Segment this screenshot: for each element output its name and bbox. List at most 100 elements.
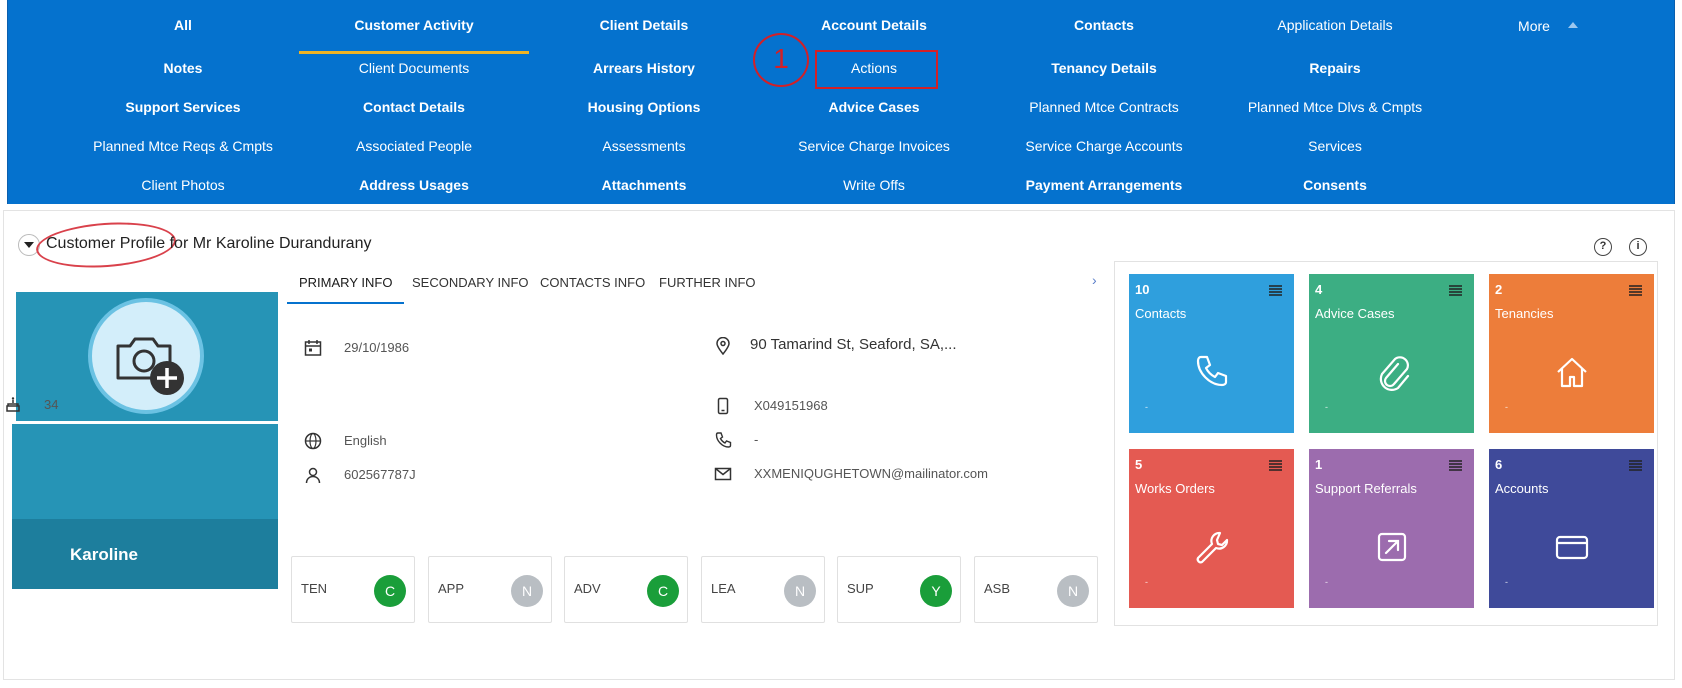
nav-payment-arrangements[interactable]: Payment Arrangements	[989, 175, 1219, 195]
question-icon[interactable]: ?	[1594, 238, 1612, 256]
globe-icon	[304, 432, 322, 450]
tile-label: Accounts	[1495, 481, 1549, 496]
nav-planned-mtce-reqs-cmpts[interactable]: Planned Mtce Reqs & Cmpts	[68, 136, 298, 156]
flag-code: SUP	[847, 581, 874, 596]
external-link-icon	[1377, 532, 1407, 562]
chevron-down-icon	[24, 242, 34, 248]
add-photo-button[interactable]	[88, 298, 204, 414]
flag-status-badge: N	[1057, 575, 1089, 607]
nav-consents[interactable]: Consents	[1220, 175, 1450, 195]
tile-accounts[interactable]: 6 Accounts -	[1489, 449, 1654, 608]
phone-icon	[715, 432, 732, 448]
hamburger-menu-icon[interactable]	[1449, 285, 1462, 296]
nav-support-services[interactable]: Support Services	[68, 97, 298, 117]
nav-repairs[interactable]: Repairs	[1220, 58, 1450, 78]
nav-all[interactable]: All	[68, 15, 298, 35]
tab-scroll-right-icon[interactable]: ›	[1092, 272, 1097, 288]
nav-arrears-history[interactable]: Arrears History	[529, 58, 759, 78]
tile-count: 1	[1315, 457, 1323, 472]
tile-works-orders[interactable]: 5 Works Orders -	[1129, 449, 1294, 608]
flag-status-badge: N	[784, 575, 816, 607]
tile-contacts[interactable]: 10 Contacts -	[1129, 274, 1294, 433]
nav-service-charge-invoices[interactable]: Service Charge Invoices	[759, 136, 989, 156]
tab-contacts-info[interactable]: CONTACTS INFO	[528, 272, 657, 304]
tile-count: 10	[1135, 282, 1150, 297]
flag-asb: ASB N	[974, 556, 1098, 623]
nav-advice-cases[interactable]: Advice Cases	[759, 97, 989, 117]
nav-more[interactable]: More	[1458, 16, 1638, 36]
tile-label: Support Referrals	[1315, 481, 1417, 496]
hamburger-menu-icon[interactable]	[1269, 285, 1282, 296]
tile-support-referrals[interactable]: 1 Support Referrals -	[1309, 449, 1474, 608]
flag-code: APP	[438, 581, 465, 596]
tile-subvalue: -	[1505, 402, 1508, 412]
mail-icon	[714, 467, 732, 481]
nav-customer-activity[interactable]: Customer Activity	[299, 15, 529, 54]
nav-service-charge-accounts[interactable]: Service Charge Accounts	[989, 136, 1219, 156]
camera-add-icon	[116, 337, 184, 395]
tab-further-info[interactable]: FURTHER INFO	[647, 272, 768, 304]
nav-write-offs[interactable]: Write Offs	[759, 175, 989, 195]
nav-planned-mtce-contracts[interactable]: Planned Mtce Contracts	[989, 97, 1219, 117]
nav-account-details[interactable]: Account Details	[759, 15, 989, 35]
email-value: XXMENIQUGHETOWN@mailinator.com	[754, 466, 988, 481]
nav-application-details[interactable]: Application Details	[1220, 15, 1450, 35]
nav-housing-options[interactable]: Housing Options	[529, 97, 759, 117]
tab-secondary-info[interactable]: SECONDARY INFO	[400, 272, 541, 304]
hamburger-menu-icon[interactable]	[1629, 285, 1642, 296]
tile-subvalue: -	[1505, 577, 1508, 587]
tile-subvalue: -	[1325, 577, 1328, 587]
flag-code: ADV	[574, 581, 601, 596]
phone-value: -	[754, 432, 759, 447]
nav-client-details[interactable]: Client Details	[529, 15, 759, 35]
home-icon	[1557, 357, 1587, 388]
nav-more-label: More	[1518, 18, 1550, 34]
nav-contact-details[interactable]: Contact Details	[299, 97, 529, 117]
flag-ten: TEN C	[291, 556, 415, 623]
nav-client-photos[interactable]: Client Photos	[68, 175, 298, 195]
id-number-value: 602567787J	[344, 467, 416, 482]
hamburger-menu-icon[interactable]	[1269, 460, 1282, 471]
annotation-highlight-box	[815, 50, 938, 89]
flag-adv: ADV C	[564, 556, 688, 623]
hamburger-menu-icon[interactable]	[1629, 460, 1642, 471]
nav-services[interactable]: Services	[1220, 136, 1450, 156]
location-pin-icon	[716, 337, 730, 355]
flag-code: ASB	[984, 581, 1011, 596]
tile-count: 6	[1495, 457, 1503, 472]
nav-contacts[interactable]: Contacts	[989, 15, 1219, 35]
wrench-icon	[1196, 531, 1229, 564]
phone-icon	[1196, 355, 1228, 387]
flag-status-badge: Y	[920, 575, 952, 607]
tab-primary-info[interactable]: PRIMARY INFO	[287, 272, 405, 304]
nav-attachments[interactable]: Attachments	[529, 175, 759, 195]
nav-tenancy-details[interactable]: Tenancy Details	[989, 58, 1219, 78]
tile-advice-cases[interactable]: 4 Advice Cases -	[1309, 274, 1474, 433]
name-band: Karoline	[12, 519, 278, 589]
calendar-icon	[304, 340, 322, 356]
flag-status-badge: N	[511, 575, 543, 607]
hamburger-menu-icon[interactable]	[1449, 460, 1462, 471]
tile-subvalue: -	[1325, 402, 1328, 412]
nav-planned-mtce-dlvs-cmpts[interactable]: Planned Mtce Dlvs & Cmpts	[1220, 97, 1450, 117]
nav-client-documents[interactable]: Client Documents	[299, 58, 529, 78]
age-value: 34	[44, 397, 59, 412]
top-navigation: All Customer Activity Client Details Acc…	[7, 0, 1675, 204]
flag-status-badge: C	[374, 575, 406, 607]
nav-address-usages[interactable]: Address Usages	[299, 175, 529, 195]
nav-notes[interactable]: Notes	[68, 58, 298, 78]
flag-lea: LEA N	[701, 556, 825, 623]
annotation-step-marker: 1	[753, 33, 809, 87]
tile-label: Advice Cases	[1315, 306, 1395, 321]
mobile-phone-icon	[717, 397, 729, 415]
tile-tenancies[interactable]: 2 Tenancies -	[1489, 274, 1654, 433]
address-value: 90 Tamarind St, Seaford, SA,...	[750, 336, 957, 353]
dob-value: 29/10/1986	[344, 340, 410, 355]
tile-subvalue: -	[1145, 402, 1148, 412]
name-card: Karoline	[12, 424, 278, 589]
customer-profile-panel: Customer Profile for Mr Karoline Durandu…	[3, 210, 1675, 680]
nav-associated-people[interactable]: Associated People	[299, 136, 529, 156]
nav-assessments[interactable]: Assessments	[529, 136, 759, 156]
info-icon[interactable]: i	[1629, 238, 1647, 256]
flag-status-badge: C	[647, 575, 679, 607]
